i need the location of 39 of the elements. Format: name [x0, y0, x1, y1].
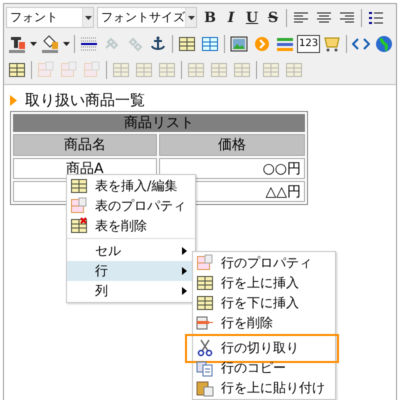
table-properties-icon — [70, 197, 88, 215]
table-caption: 商品リスト — [13, 114, 305, 132]
menu-item[interactable]: 行を上に貼り付け — [193, 378, 335, 398]
column-header: 価格 — [158, 134, 305, 156]
caret-icon — [188, 16, 194, 20]
row-insert-icon — [196, 274, 214, 292]
submenu-arrow-icon — [182, 287, 187, 295]
copy-icon — [196, 359, 214, 377]
paint-bucket-icon[interactable] — [39, 32, 61, 54]
table-delete-icon — [70, 217, 88, 235]
menu-item[interactable]: 行のコピー — [193, 358, 335, 378]
row-insert-icon — [196, 294, 214, 312]
row-properties-icon — [196, 254, 214, 272]
menu-item[interactable]: セル — [67, 241, 195, 261]
italic-button[interactable]: I — [221, 6, 241, 28]
menu-item[interactable]: 行のプロパティ — [193, 253, 335, 273]
page-heading: 取り扱い商品一覧 — [25, 91, 145, 110]
number-button[interactable]: 123 — [297, 34, 320, 52]
triangle-bullet-icon — [10, 95, 17, 106]
submenu-arrow-icon — [182, 247, 187, 255]
row-delete-icon — [196, 314, 214, 332]
font-size-select[interactable]: フォントサイズ — [97, 7, 197, 28]
table-icon — [70, 177, 88, 195]
menu-item[interactable]: 列 — [67, 281, 195, 301]
paste-icon — [196, 379, 214, 397]
menu-item[interactable]: 行 — [67, 261, 195, 281]
underline-button[interactable]: U — [242, 6, 262, 28]
menu-item[interactable]: 行を削除 — [193, 313, 335, 333]
menu-item[interactable]: 行の切り取り — [193, 338, 335, 358]
font-select[interactable]: フォント — [6, 7, 94, 28]
bold-button[interactable]: B — [200, 6, 220, 28]
menu-item[interactable]: 表を削除 — [67, 216, 195, 236]
submenu-arrow-icon — [182, 267, 187, 275]
caret-icon — [84, 16, 92, 20]
strike-button[interactable]: S — [263, 6, 283, 28]
scissors-icon — [196, 339, 214, 357]
column-header: 商品名 — [13, 134, 157, 156]
menu-item[interactable]: 行を下に挿入 — [193, 293, 335, 313]
menu-item[interactable]: 行を上に挿入 — [193, 273, 335, 293]
